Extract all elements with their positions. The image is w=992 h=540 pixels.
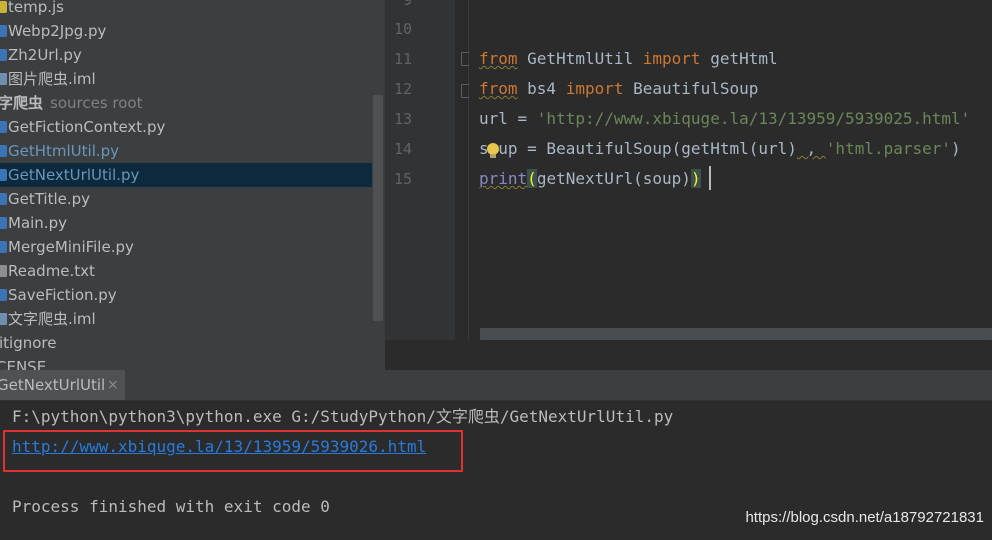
code-line-14: soup = BeautifulSoup(getHtml(url) , 'htm… <box>479 134 961 164</box>
gutter-separator <box>455 0 469 340</box>
tree-item-label: Readme.txt <box>8 262 95 280</box>
tree-item-zh2url[interactable]: Zh2Url.py <box>0 43 372 67</box>
tree-item-label: 文字爬虫.iml <box>8 310 96 328</box>
tree-item-mergeminifile[interactable]: MergeMiniFile.py <box>0 235 372 259</box>
matched-paren: ) <box>690 169 701 188</box>
tree-item-image-crawler-iml[interactable]: 图片爬虫.iml <box>0 67 372 91</box>
tree-item-label: GetFictionContext.py <box>8 118 166 136</box>
tree-item-label: Webp2Jpg.py <box>8 22 107 40</box>
python-file-icon <box>0 241 7 253</box>
line-number: 10 <box>393 20 412 38</box>
tree-item-readme[interactable]: Readme.txt <box>0 259 372 283</box>
highlight-box <box>3 430 463 472</box>
module-name: GetHtmlUtil <box>517 49 643 68</box>
code-line-12: from bs4 import BeautifulSoup <box>479 74 758 104</box>
keyword-import: import <box>565 79 624 98</box>
tree-item-label: GetTitle.py <box>8 190 91 208</box>
line-number: 15 <box>393 170 412 188</box>
tree-folder-label: 字爬虫 <box>0 94 44 112</box>
code-paren: ) <box>951 139 961 158</box>
module-name: bs4 <box>517 79 566 98</box>
keyword-import: import <box>642 49 701 68</box>
matched-paren: ( <box>527 169 537 188</box>
console-command-line: F:\python\python3\python.exe G:/StudyPyt… <box>12 407 674 426</box>
python-file-icon <box>0 193 7 205</box>
editor-bottom-area <box>385 340 992 370</box>
tree-item-label: Main.py <box>8 214 67 232</box>
code-expression: getNextUrl(soup) <box>536 169 691 188</box>
tree-scrollbar-thumb[interactable] <box>373 95 383 321</box>
python-file-icon <box>0 289 7 301</box>
run-tab[interactable]: GetNextUrlUtil × <box>0 370 125 400</box>
code-expression: soup = BeautifulSoup(getHtml(url) <box>479 139 797 158</box>
tree-item-gethtmlutil[interactable]: GetHtmlUtil.py <box>0 139 372 163</box>
tree-item-label: itignore <box>0 334 57 352</box>
close-icon[interactable]: × <box>107 370 119 400</box>
tree-item-license[interactable]: CENSE <box>0 355 372 370</box>
keyword-from: from <box>479 79 518 98</box>
watermark: https://blog.csdn.net/a18792721831 <box>745 509 984 526</box>
editor-horizontal-scrollbar[interactable] <box>480 328 992 340</box>
tree-item-label: SaveFiction.py <box>8 286 117 304</box>
python-file-icon <box>0 145 7 157</box>
imported-name: getHtml <box>700 49 778 68</box>
run-panel-header: GetNextUrlUtil × <box>0 370 992 401</box>
code-line-11: from GetHtmlUtil import getHtml <box>479 44 778 74</box>
tree-item-label: MergeMiniFile.py <box>8 238 134 256</box>
tree-item-gettitle[interactable]: GetTitle.py <box>0 187 372 211</box>
line-number: 9 <box>402 0 412 9</box>
code-editor[interactable]: from GetHtmlUtil import getHtml from bs4… <box>469 0 992 340</box>
text-caret <box>709 166 711 190</box>
tree-item-label: GetHtmlUtil.py <box>8 142 120 160</box>
console-exit-message: Process finished with exit code 0 <box>12 497 330 516</box>
python-file-icon <box>0 169 7 181</box>
text-file-icon <box>0 265 7 277</box>
tree-item-text-crawler-iml[interactable]: 文字爬虫.iml <box>0 307 372 331</box>
tree-item-savefiction[interactable]: SaveFiction.py <box>0 283 372 307</box>
sources-root-hint: sources root <box>50 94 143 112</box>
tree-item-getfictioncontext[interactable]: GetFictionContext.py <box>0 115 372 139</box>
tree-item-label: Zh2Url.py <box>8 46 82 64</box>
line-number: 12 <box>393 80 412 98</box>
string-literal: 'html.parser' <box>825 139 952 158</box>
string-literal: 'http://www.xbiquge.la/13/13959/5939025.… <box>536 109 971 128</box>
iml-file-icon <box>0 73 7 85</box>
tree-item-label: temp.js <box>8 0 64 16</box>
tree-item-gitignore[interactable]: itignore <box>0 331 372 355</box>
code-line-13: url = 'http://www.xbiquge.la/13/13959/59… <box>479 104 970 134</box>
line-number: 11 <box>393 50 412 68</box>
variable-assign: url = <box>479 109 537 128</box>
lightbulb-icon[interactable] <box>487 143 499 158</box>
keyword-from: from <box>479 49 518 68</box>
builtin-print: print <box>479 169 528 188</box>
comma-warning: , <box>796 139 826 158</box>
js-file-icon <box>0 1 7 13</box>
tree-item-temp-js[interactable]: temp.js <box>0 0 372 19</box>
imported-name: BeautifulSoup <box>623 79 759 98</box>
python-file-icon <box>0 121 7 133</box>
tree-item-webp2jpg[interactable]: Webp2Jpg.py <box>0 19 372 43</box>
run-tab-label: GetNextUrlUtil <box>0 376 106 394</box>
line-number: 13 <box>393 110 412 128</box>
python-file-icon <box>0 217 7 229</box>
iml-file-icon <box>0 313 7 325</box>
line-number: 14 <box>393 140 412 158</box>
python-file-icon <box>0 25 7 37</box>
tree-item-label: GetNextUrlUtil.py <box>8 166 140 184</box>
tree-item-getnexturlutil[interactable]: GetNextUrlUtil.py <box>0 163 372 187</box>
python-file-icon <box>0 49 7 61</box>
tree-folder-text-crawler[interactable]: 字爬虫 sources root <box>0 91 372 115</box>
tree-item-main[interactable]: Main.py <box>0 211 372 235</box>
project-tree: temp.js Webp2Jpg.py Zh2Url.py 图片爬虫.iml 字… <box>0 0 385 370</box>
code-line-15: print(getNextUrl(soup)) <box>479 164 701 194</box>
tree-item-label: CENSE <box>0 358 47 370</box>
tree-item-label: 图片爬虫.iml <box>8 70 96 88</box>
ide-window: temp.js Webp2Jpg.py Zh2Url.py 图片爬虫.iml 字… <box>0 0 992 540</box>
